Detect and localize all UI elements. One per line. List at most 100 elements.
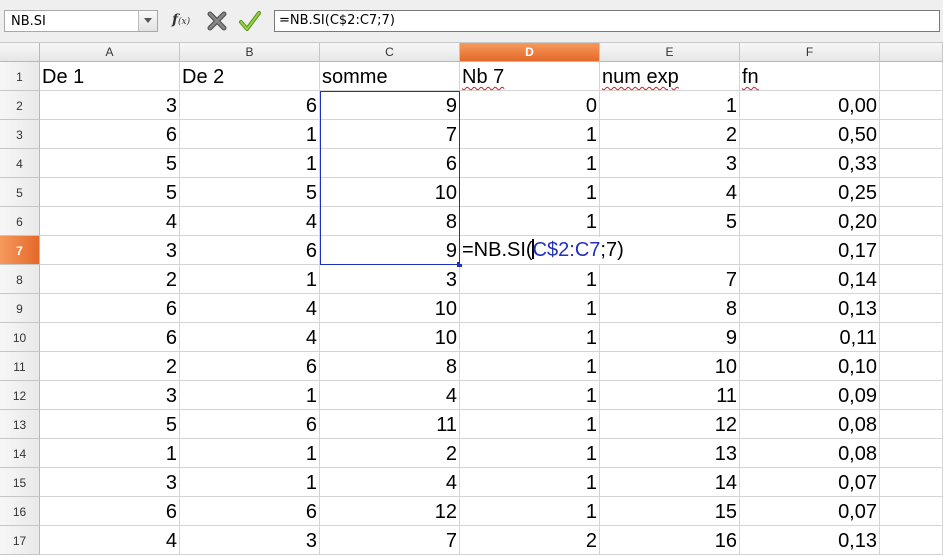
cell-g5[interactable] xyxy=(880,178,943,207)
cell-g11[interactable] xyxy=(880,352,943,381)
cell-e3[interactable]: 2 xyxy=(600,120,740,149)
row-header-3[interactable]: 3 xyxy=(0,120,40,149)
cell-c8[interactable]: 3 xyxy=(320,265,460,294)
cell-b3[interactable]: 1 xyxy=(180,120,320,149)
cell-b5[interactable]: 5 xyxy=(180,178,320,207)
cell-c10[interactable]: 10 xyxy=(320,323,460,352)
cell-f6[interactable]: 0,20 xyxy=(740,207,880,236)
cell-f5[interactable]: 0,25 xyxy=(740,178,880,207)
cell-b6[interactable]: 4 xyxy=(180,207,320,236)
select-all-corner[interactable] xyxy=(0,43,40,62)
cell-a4[interactable]: 5 xyxy=(40,149,180,178)
cell-b8[interactable]: 1 xyxy=(180,265,320,294)
cell-b1[interactable]: De 2 xyxy=(180,62,320,91)
cell-g15[interactable] xyxy=(880,468,943,497)
name-box-dropdown-button[interactable] xyxy=(138,11,157,31)
cell-f15[interactable]: 0,07 xyxy=(740,468,880,497)
cell-f14[interactable]: 0,08 xyxy=(740,439,880,468)
cell-f1[interactable]: fn xyxy=(740,62,880,91)
cell-b11[interactable]: 6 xyxy=(180,352,320,381)
cell-g8[interactable] xyxy=(880,265,943,294)
cell-d4[interactable]: 1 xyxy=(460,149,600,178)
row-header-4[interactable]: 4 xyxy=(0,149,40,178)
cell-a1[interactable]: De 1 xyxy=(40,62,180,91)
cell-a6[interactable]: 4 xyxy=(40,207,180,236)
cell-c13[interactable]: 11 xyxy=(320,410,460,439)
cell-f17[interactable]: 0,13 xyxy=(740,526,880,555)
cell-d9[interactable]: 1 xyxy=(460,294,600,323)
cell-g1[interactable] xyxy=(880,62,943,91)
cell-e4[interactable]: 3 xyxy=(600,149,740,178)
cell-g14[interactable] xyxy=(880,439,943,468)
cell-f9[interactable]: 0,13 xyxy=(740,294,880,323)
cell-b16[interactable]: 6 xyxy=(180,497,320,526)
cell-g16[interactable] xyxy=(880,497,943,526)
cell-e5[interactable]: 4 xyxy=(600,178,740,207)
cell-c7[interactable]: 9 xyxy=(320,236,460,265)
name-box[interactable]: NB.SI xyxy=(4,10,158,32)
row-header-12[interactable]: 12 xyxy=(0,381,40,410)
cell-d16[interactable]: 1 xyxy=(460,497,600,526)
cell-b12[interactable]: 1 xyxy=(180,381,320,410)
cell-a13[interactable]: 5 xyxy=(40,410,180,439)
cell-a14[interactable]: 1 xyxy=(40,439,180,468)
cancel-button[interactable] xyxy=(205,9,229,33)
cell-d14[interactable]: 1 xyxy=(460,439,600,468)
cell-a5[interactable]: 5 xyxy=(40,178,180,207)
cell-d8[interactable]: 1 xyxy=(460,265,600,294)
row-header-8[interactable]: 8 xyxy=(0,265,40,294)
cell-b15[interactable]: 1 xyxy=(180,468,320,497)
cell-g4[interactable] xyxy=(880,149,943,178)
cell-g7[interactable] xyxy=(880,236,943,265)
cell-e16[interactable]: 15 xyxy=(600,497,740,526)
cell-g2[interactable] xyxy=(880,91,943,120)
cell-b17[interactable]: 3 xyxy=(180,526,320,555)
cell-c6[interactable]: 8 xyxy=(320,207,460,236)
column-header-c[interactable]: C xyxy=(320,43,460,62)
cell-e12[interactable]: 11 xyxy=(600,381,740,410)
cell-f4[interactable]: 0,33 xyxy=(740,149,880,178)
cell-c1[interactable]: somme xyxy=(320,62,460,91)
cell-e8[interactable]: 7 xyxy=(600,265,740,294)
cell-a7[interactable]: 3 xyxy=(40,236,180,265)
cell-a10[interactable]: 6 xyxy=(40,323,180,352)
cell-b4[interactable]: 1 xyxy=(180,149,320,178)
cell-e13[interactable]: 12 xyxy=(600,410,740,439)
row-header-11[interactable]: 11 xyxy=(0,352,40,381)
cell-a12[interactable]: 3 xyxy=(40,381,180,410)
cell-a2[interactable]: 3 xyxy=(40,91,180,120)
cell-g9[interactable] xyxy=(880,294,943,323)
cell-a16[interactable]: 6 xyxy=(40,497,180,526)
cell-f3[interactable]: 0,50 xyxy=(740,120,880,149)
row-header-13[interactable]: 13 xyxy=(0,410,40,439)
row-header-7[interactable]: 7 xyxy=(0,236,40,265)
cell-c5[interactable]: 10 xyxy=(320,178,460,207)
cell-d10[interactable]: 1 xyxy=(460,323,600,352)
formula-input[interactable]: =NB.SI(C$2:C7;7) xyxy=(274,10,940,32)
column-header-e[interactable]: E xyxy=(600,43,740,62)
cell-f10[interactable]: 0,11 xyxy=(740,323,880,352)
column-header-a[interactable]: A xyxy=(40,43,180,62)
cell-d7-editor[interactable]: =NB.SI(C$2:C7;7) xyxy=(460,237,739,264)
cell-b7[interactable]: 6 xyxy=(180,236,320,265)
cell-b13[interactable]: 6 xyxy=(180,410,320,439)
row-header-5[interactable]: 5 xyxy=(0,178,40,207)
cell-g12[interactable] xyxy=(880,381,943,410)
cell-b2[interactable]: 6 xyxy=(180,91,320,120)
cell-d5[interactable]: 1 xyxy=(460,178,600,207)
cell-e10[interactable]: 9 xyxy=(600,323,740,352)
cell-g3[interactable] xyxy=(880,120,943,149)
row-header-16[interactable]: 16 xyxy=(0,497,40,526)
cell-g17[interactable] xyxy=(880,526,943,555)
cell-e6[interactable]: 5 xyxy=(600,207,740,236)
cell-d13[interactable]: 1 xyxy=(460,410,600,439)
row-header-10[interactable]: 10 xyxy=(0,323,40,352)
cell-e15[interactable]: 14 xyxy=(600,468,740,497)
cell-e9[interactable]: 8 xyxy=(600,294,740,323)
cell-c14[interactable]: 2 xyxy=(320,439,460,468)
cell-a9[interactable]: 6 xyxy=(40,294,180,323)
cell-c15[interactable]: 4 xyxy=(320,468,460,497)
cell-f8[interactable]: 0,14 xyxy=(740,265,880,294)
cell-e17[interactable]: 16 xyxy=(600,526,740,555)
cell-b10[interactable]: 4 xyxy=(180,323,320,352)
